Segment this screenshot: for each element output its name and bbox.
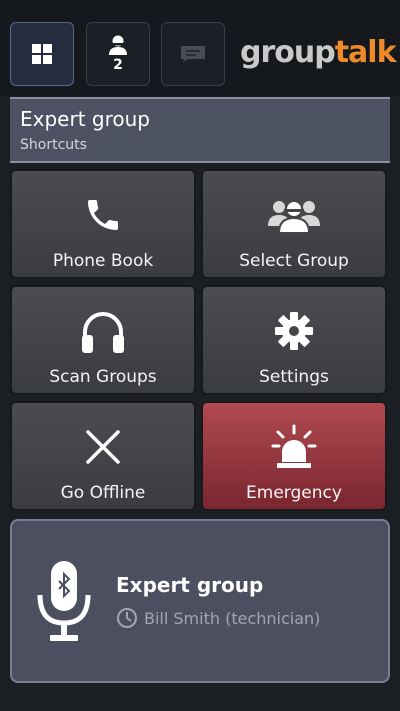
- headphones-icon: [82, 312, 124, 353]
- tab-messages[interactable]: [161, 22, 225, 86]
- clock-icon: [117, 608, 137, 628]
- grouptalk-logo: grouptalk: [240, 35, 397, 70]
- push-to-talk-button[interactable]: Expert group Bill Smith (technician): [10, 519, 390, 683]
- group-icon: [268, 200, 320, 234]
- contacts-badge: 2: [113, 57, 123, 73]
- tab-contacts[interactable]: 2: [86, 22, 150, 86]
- scan-groups-label: Scan Groups: [49, 367, 157, 387]
- select-group-button[interactable]: Select Group: [201, 169, 387, 279]
- page-title: Expert group: [20, 107, 150, 131]
- group-header: Expert group Shortcuts: [10, 97, 390, 163]
- grid-icon: [32, 44, 52, 64]
- last-speaker-row: Bill Smith (technician): [116, 607, 320, 629]
- gear-icon: [275, 312, 313, 350]
- scan-groups-button[interactable]: Scan Groups: [10, 285, 196, 395]
- bluetooth-microphone-icon: [37, 561, 91, 641]
- go-offline-label: Go Offline: [60, 483, 146, 503]
- last-speaker: Bill Smith (technician): [144, 608, 321, 628]
- person-icon: [109, 35, 127, 55]
- top-bar: 2 grouptalk: [0, 0, 400, 96]
- phone-book-label: Phone Book: [52, 251, 154, 271]
- active-group-name: Expert group: [116, 573, 264, 597]
- settings-button[interactable]: Settings: [201, 285, 387, 395]
- message-icon: [181, 46, 205, 62]
- go-offline-button[interactable]: Go Offline: [10, 401, 196, 511]
- phone-icon: [88, 200, 118, 230]
- emergency-button[interactable]: Emergency: [201, 401, 387, 511]
- select-group-label: Select Group: [239, 251, 349, 271]
- settings-label: Settings: [259, 367, 329, 387]
- phone-book-button[interactable]: Phone Book: [10, 169, 196, 279]
- tab-shortcuts[interactable]: [10, 22, 74, 86]
- emergency-label: Emergency: [246, 483, 342, 503]
- page-subtitle: Shortcuts: [20, 137, 87, 153]
- siren-icon: [271, 424, 317, 468]
- close-icon: [86, 430, 120, 464]
